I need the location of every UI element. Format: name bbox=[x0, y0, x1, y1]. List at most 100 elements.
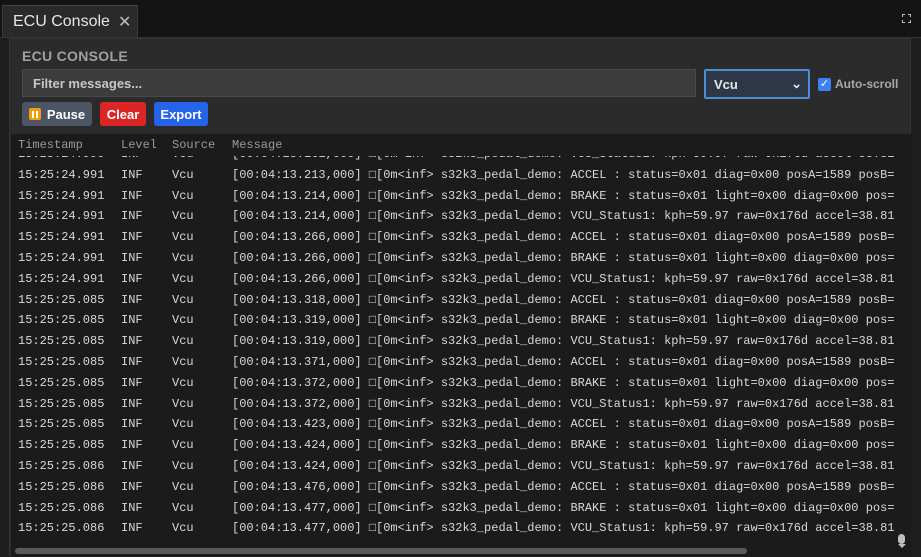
log-timestamp: 15:25:25.085 bbox=[18, 417, 105, 432]
log-source: Vcu bbox=[172, 500, 194, 515]
log-timestamp: 15:25:25.085 bbox=[18, 313, 105, 328]
log-level: INF bbox=[121, 334, 143, 349]
scroll-down-arrow-icon[interactable] bbox=[898, 544, 906, 548]
column-header-level: Level bbox=[121, 138, 158, 152]
pause-button-label: Pause bbox=[46, 106, 86, 122]
log-source: Vcu bbox=[172, 438, 194, 453]
log-message: [00:04:13.213,000] □[0m<inf> s32k3_pedal… bbox=[232, 167, 895, 182]
log-message: [00:04:13.424,000] □[0m<inf> s32k3_pedal… bbox=[232, 458, 895, 473]
log-level: INF bbox=[121, 375, 143, 390]
log-timestamp: 15:25:25.085 bbox=[18, 375, 105, 390]
log-row[interactable]: 15:25:25.085 INF Vcu [00:04:13.423,000] □[0… bbox=[11, 414, 897, 435]
log-source: Vcu bbox=[172, 250, 194, 265]
clear-button[interactable]: Clear bbox=[100, 102, 146, 126]
log-row[interactable]: 15:25:25.085 INF Vcu [00:04:13.372,000] □[0… bbox=[11, 394, 897, 415]
log-row[interactable]: 15:25:25.086 INF Vcu [00:04:13.477,000] □[0… bbox=[11, 498, 897, 519]
chevron-down-icon: ⌄ bbox=[791, 76, 802, 91]
log-row[interactable]: 15:25:24.991 INF Vcu [00:04:13.214,000] □[0… bbox=[11, 186, 897, 207]
log-message: [00:04:13.372,000] □[0m<inf> s32k3_pedal… bbox=[232, 375, 895, 390]
log-message: [00:04:13.372,000] □[0m<inf> s32k3_pedal… bbox=[232, 396, 895, 411]
export-button[interactable]: Export bbox=[154, 102, 208, 126]
log-message: [00:04:13.319,000] □[0m<inf> s32k3_pedal… bbox=[232, 334, 895, 349]
log-level: INF bbox=[121, 500, 143, 515]
log-row[interactable]: 15:25:25.086 INF Vcu [00:04:13.424,000] □[0… bbox=[11, 456, 897, 477]
autoscroll-toggle[interactable]: ✓ Auto-scroll bbox=[818, 77, 898, 91]
log-source: Vcu bbox=[172, 375, 194, 390]
log-level: INF bbox=[121, 292, 143, 307]
source-select[interactable]: Vcu ⌄ bbox=[704, 69, 810, 99]
log-source: Vcu bbox=[172, 209, 194, 224]
log-timestamp: 15:25:24.991 bbox=[18, 250, 105, 265]
log-rows: 15:25:24.990INFVcu[00:04:13.161,000] □[0… bbox=[11, 144, 897, 539]
log-row[interactable]: 15:25:25.085 INF Vcu [00:04:13.319,000] □[0… bbox=[11, 331, 897, 352]
log-message: [00:04:13.266,000] □[0m<inf> s32k3_pedal… bbox=[232, 230, 895, 245]
log-source: Vcu bbox=[172, 167, 194, 182]
log-timestamp: 15:25:24.991 bbox=[18, 167, 105, 182]
tab-title: ECU Console bbox=[13, 12, 110, 30]
log-source: Vcu bbox=[172, 313, 194, 328]
log-row[interactable]: 15:25:25.085 INF Vcu [00:04:13.371,000] □[0… bbox=[11, 352, 897, 373]
log-row[interactable]: 15:25:25.085 INF Vcu [00:04:13.372,000] □[0… bbox=[11, 373, 897, 394]
filter-input[interactable] bbox=[22, 69, 696, 97]
log-source: Vcu bbox=[172, 354, 194, 369]
log-level: INF bbox=[121, 230, 143, 245]
horizontal-scrollbar[interactable] bbox=[15, 548, 747, 554]
close-icon[interactable]: ✕ bbox=[118, 12, 131, 32]
log-source: Vcu bbox=[172, 334, 194, 349]
log-level: INF bbox=[121, 209, 143, 224]
log-header: Timestamp Level Source Message bbox=[11, 134, 911, 156]
maximize-icon[interactable] bbox=[901, 13, 912, 24]
log-level: INF bbox=[121, 354, 143, 369]
log-message: [00:04:13.476,000] □[0m<inf> s32k3_pedal… bbox=[232, 479, 895, 494]
column-header-timestamp: Timestamp bbox=[18, 138, 83, 152]
autoscroll-checkbox[interactable]: ✓ bbox=[818, 77, 831, 91]
log-row[interactable]: 15:25:24.991 INF Vcu [00:04:13.213,000] □[0… bbox=[11, 165, 897, 186]
log-level: INF bbox=[121, 479, 143, 494]
log-level: INF bbox=[121, 396, 143, 411]
log-timestamp: 15:25:24.991 bbox=[18, 271, 105, 286]
log-timestamp: 15:25:25.086 bbox=[18, 500, 105, 515]
console-panel: ECU CONSOLE Vcu ⌄ ✓ Auto-scroll Pause Cl… bbox=[9, 38, 911, 557]
log-timestamp: 15:25:25.086 bbox=[18, 458, 105, 473]
log-row[interactable]: 15:25:24.991 INF Vcu [00:04:13.266,000] □[0… bbox=[11, 269, 897, 290]
log-level: INF bbox=[121, 417, 143, 432]
log-row[interactable]: 15:25:24.991 INF Vcu [00:04:13.266,000] □[0… bbox=[11, 227, 897, 248]
log-source: Vcu bbox=[172, 417, 194, 432]
vertical-scrollbar-thumb[interactable] bbox=[898, 534, 905, 544]
log-row[interactable]: 15:25:25.085 INF Vcu [00:04:13.424,000] □[0… bbox=[11, 435, 897, 456]
log-message: [00:04:13.214,000] □[0m<inf> s32k3_pedal… bbox=[232, 188, 895, 203]
log-source: Vcu bbox=[172, 396, 194, 411]
tab-ecu-console[interactable]: ECU Console ✕ bbox=[2, 5, 138, 37]
log-level: INF bbox=[121, 250, 143, 265]
pause-button[interactable]: Pause bbox=[22, 102, 92, 126]
log-source: Vcu bbox=[172, 292, 194, 307]
log-message: [00:04:13.477,000] □[0m<inf> s32k3_pedal… bbox=[232, 500, 895, 515]
log-level: INF bbox=[121, 313, 143, 328]
log-level: INF bbox=[121, 271, 143, 286]
log-source: Vcu bbox=[172, 479, 194, 494]
log-row[interactable]: 15:25:25.086 INF Vcu [00:04:13.477,000] □[0… bbox=[11, 518, 897, 539]
log-source: Vcu bbox=[172, 188, 194, 203]
log-message: [00:04:13.319,000] □[0m<inf> s32k3_pedal… bbox=[232, 313, 895, 328]
log-source: Vcu bbox=[172, 230, 194, 245]
log-timestamp: 15:25:25.086 bbox=[18, 479, 105, 494]
column-header-message: Message bbox=[232, 138, 283, 152]
log-area[interactable]: 15:25:24.990INFVcu[00:04:13.161,000] □[0… bbox=[11, 134, 911, 557]
export-button-label: Export bbox=[160, 106, 202, 122]
log-timestamp: 15:25:24.991 bbox=[18, 209, 105, 224]
log-row[interactable]: 15:25:24.991 INF Vcu [00:04:13.266,000] □[0… bbox=[11, 248, 897, 269]
log-source: Vcu bbox=[172, 521, 194, 536]
log-row[interactable]: 15:25:25.085 INF Vcu [00:04:13.318,000] □[0… bbox=[11, 290, 897, 311]
log-message: [00:04:13.423,000] □[0m<inf> s32k3_pedal… bbox=[232, 417, 895, 432]
pause-icon bbox=[28, 108, 41, 120]
log-message: [00:04:13.214,000] □[0m<inf> s32k3_pedal… bbox=[232, 209, 895, 224]
log-message: [00:04:13.266,000] □[0m<inf> s32k3_pedal… bbox=[232, 250, 895, 265]
log-source: Vcu bbox=[172, 271, 194, 286]
log-timestamp: 15:25:25.085 bbox=[18, 292, 105, 307]
log-level: INF bbox=[121, 438, 143, 453]
log-row[interactable]: 15:25:24.991 INF Vcu [00:04:13.214,000] □[0… bbox=[11, 206, 897, 227]
log-source: Vcu bbox=[172, 458, 194, 473]
log-row[interactable]: 15:25:25.086 INF Vcu [00:04:13.476,000] □[0… bbox=[11, 477, 897, 498]
source-select-value: Vcu bbox=[714, 76, 738, 92]
log-row[interactable]: 15:25:25.085 INF Vcu [00:04:13.319,000] □[0… bbox=[11, 310, 897, 331]
